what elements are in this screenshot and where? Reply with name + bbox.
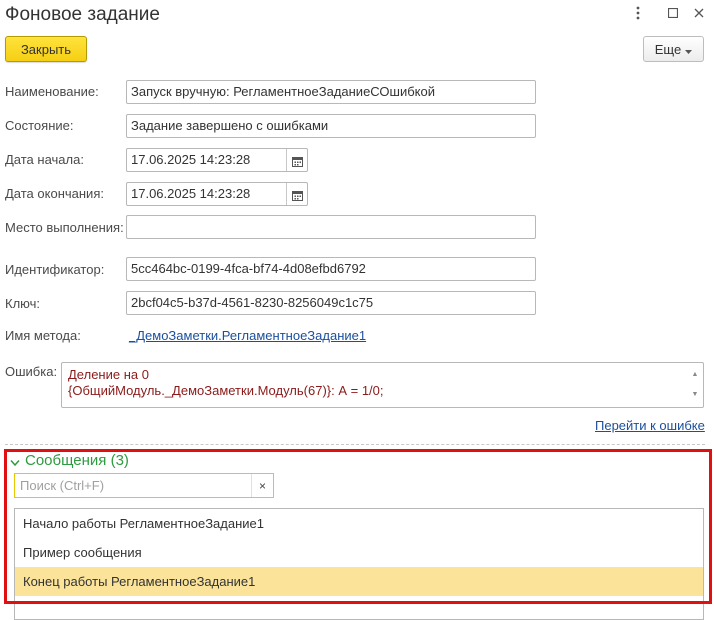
more-button-label: Еще xyxy=(654,41,682,57)
state-label: Состояние: xyxy=(5,118,74,133)
name-field[interactable]: Запуск вручную: РегламентноеЗаданиеСОшиб… xyxy=(126,80,536,104)
calendar-icon[interactable] xyxy=(286,149,307,171)
error-label: Ошибка: xyxy=(5,364,58,379)
error-line-2: {ОбщийМодуль._ДемоЗаметки.Модуль(67)}: А… xyxy=(68,383,384,398)
dropdown-triangle-icon xyxy=(685,42,693,57)
error-field[interactable]: Деление на 0 {ОбщийМодуль._ДемоЗаметки.М… xyxy=(61,362,704,408)
maximize-icon[interactable] xyxy=(664,5,682,21)
state-field[interactable]: Задание завершено с ошибками xyxy=(126,114,536,138)
name-label: Наименование: xyxy=(5,84,99,99)
highlight-frame xyxy=(4,449,712,604)
end-date-value: 17.06.2025 14:23:28 xyxy=(131,186,251,201)
key-field[interactable]: 2bcf04c5-b37d-4561-8230-8256049c1c75 xyxy=(126,291,536,315)
location-field[interactable] xyxy=(126,215,536,239)
start-date-value: 17.06.2025 14:23:28 xyxy=(131,152,251,167)
start-date-label: Дата начала: xyxy=(5,152,84,167)
method-link[interactable]: _ДемоЗаметки.РегламентноеЗадание1 xyxy=(129,328,366,343)
identifier-field[interactable]: 5cc464bc-0199-4fca-bf74-4d08efbd6792 xyxy=(126,257,536,281)
close-button[interactable]: Закрыть xyxy=(5,36,87,62)
error-line-1: Деление на 0 xyxy=(68,367,149,382)
scroll-down-icon[interactable]: ▼ xyxy=(692,387,699,403)
identifier-label: Идентификатор: xyxy=(5,262,105,277)
end-date-field[interactable]: 17.06.2025 14:23:28 xyxy=(126,182,308,206)
start-date-field[interactable]: 17.06.2025 14:23:28 xyxy=(126,148,308,172)
goto-error-link[interactable]: Перейти к ошибке xyxy=(595,418,705,433)
method-label: Имя метода: xyxy=(5,328,81,343)
divider xyxy=(5,444,705,445)
error-scrollbar[interactable]: ▲ ▼ xyxy=(691,367,699,403)
end-date-label: Дата окончания: xyxy=(5,186,104,201)
key-label: Ключ: xyxy=(5,296,41,311)
kebab-menu-icon[interactable] xyxy=(629,5,647,21)
scroll-up-icon[interactable]: ▲ xyxy=(692,367,699,383)
close-icon[interactable] xyxy=(690,5,708,21)
location-label: Место выполнения: xyxy=(5,220,124,235)
more-button[interactable]: Еще xyxy=(643,36,704,62)
calendar-icon[interactable] xyxy=(286,183,307,205)
window-title: Фоновое задание xyxy=(5,4,160,25)
